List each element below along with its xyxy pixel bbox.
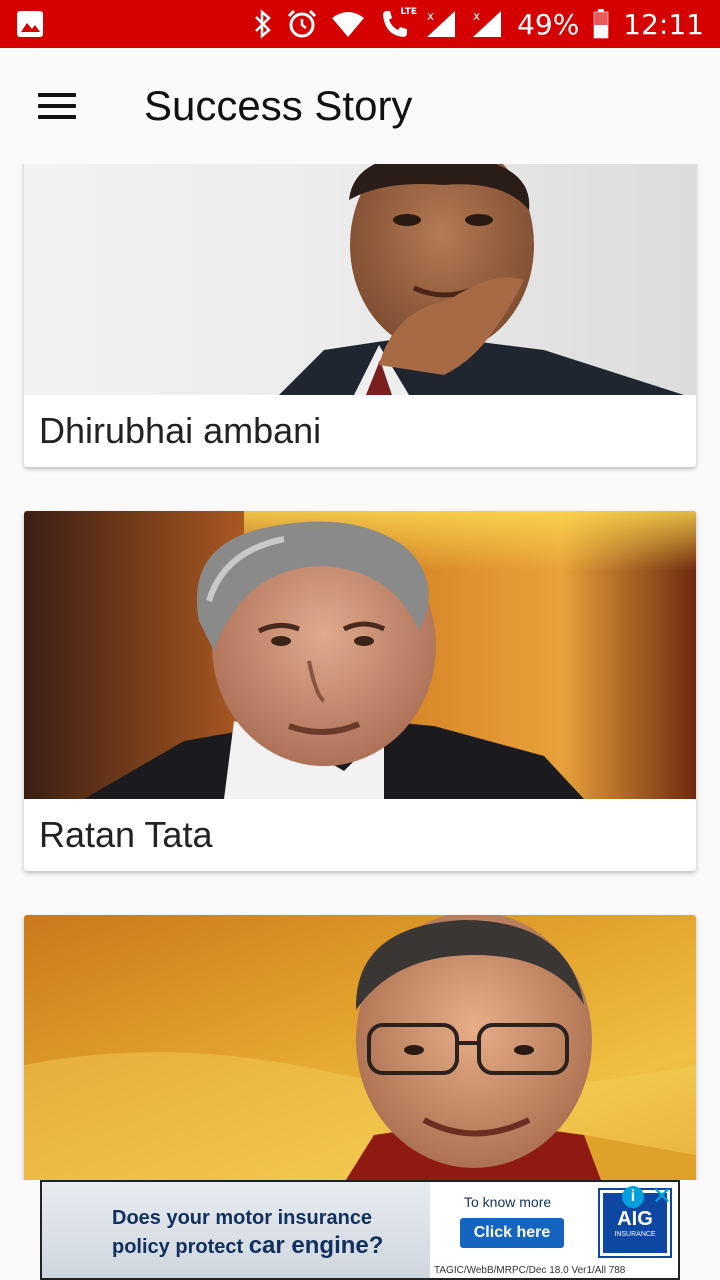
story-photo	[24, 915, 696, 1180]
ad-headline-line1: Does your motor insurance	[112, 1207, 373, 1229]
lte-label: LTE	[400, 7, 418, 17]
ad-banner[interactable]: Does your motor insurance policy protect…	[40, 1180, 680, 1280]
story-list[interactable]: Dhirubhai ambani Ratan Tata	[0, 164, 720, 1180]
status-bar: LTE x x 49% 12:11	[0, 0, 720, 48]
ad-info-icon[interactable]: i	[622, 1186, 644, 1208]
gallery-notification-icon	[17, 11, 43, 37]
ad-fine-print: TAGIC/WebB/MRPC/Dec 18.0 Ver1/All 788	[434, 1265, 626, 1276]
bluetooth-icon	[255, 9, 271, 39]
page-title: Success Story	[144, 82, 413, 129]
svg-text:x: x	[427, 9, 434, 23]
story-card-ratan-tata[interactable]: Ratan Tata	[24, 511, 696, 871]
battery-percent: 49%	[517, 7, 580, 41]
wifi-icon	[332, 12, 365, 37]
lte-call-icon: LTE	[379, 7, 417, 39]
battery-icon	[593, 9, 609, 39]
signal-strength-icon-sim1: x	[427, 9, 456, 37]
story-card-dalai-lama[interactable]	[24, 915, 696, 1180]
ad-click-here-button[interactable]: Click here	[460, 1218, 564, 1248]
alarm-icon	[288, 9, 317, 38]
story-name: Ratan Tata	[39, 814, 213, 855]
hamburger-menu-icon[interactable]	[38, 93, 76, 119]
clock: 12:11	[623, 7, 704, 41]
app-bar: Success Story	[0, 48, 720, 164]
ad-headline-line2: policy protect car engine?	[112, 1232, 384, 1259]
story-name: Dhirubhai ambani	[39, 410, 322, 451]
ad-image[interactable]: Does your motor insurance policy protect…	[42, 1182, 430, 1278]
story-photo	[24, 511, 696, 799]
ad-know-more-text: To know more	[464, 1194, 552, 1210]
ad-close-icon[interactable]: ✕	[652, 1182, 672, 1210]
svg-text:x: x	[473, 9, 480, 23]
story-photo	[24, 164, 696, 395]
signal-strength-icon-sim2: x	[473, 9, 502, 37]
story-card-dhirubhai-ambani[interactable]: Dhirubhai ambani	[24, 164, 696, 467]
